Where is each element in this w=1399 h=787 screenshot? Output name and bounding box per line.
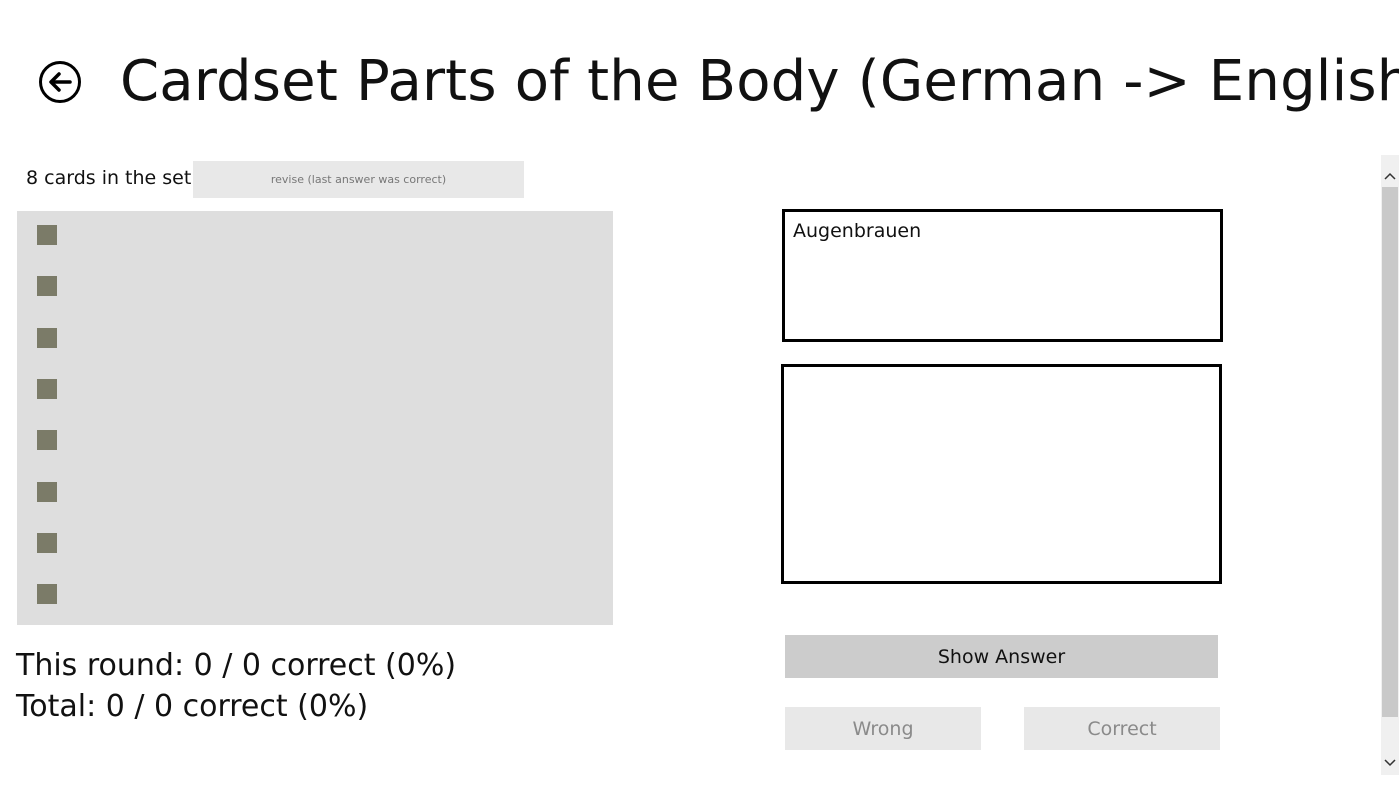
- card-list-item[interactable]: [37, 327, 57, 348]
- chevron-down-icon: [1384, 759, 1396, 767]
- scroll-thumb[interactable]: [1382, 187, 1398, 717]
- card-list: [17, 211, 613, 625]
- card-list-item[interactable]: [37, 225, 57, 245]
- vertical-scrollbar[interactable]: [1381, 155, 1399, 775]
- page-title: Cardset Parts of the Body (German -> Eng…: [120, 49, 1399, 114]
- revise-button[interactable]: revise (last answer was correct): [193, 161, 524, 198]
- question-card: Augenbrauen: [782, 209, 1223, 342]
- wrong-button[interactable]: Wrong: [785, 707, 981, 750]
- chevron-up-icon: [1384, 172, 1396, 180]
- total-stats: Total: 0 / 0 correct (0%): [16, 689, 369, 724]
- answer-card[interactable]: [781, 364, 1222, 584]
- question-text: Augenbrauen: [793, 220, 922, 242]
- card-list-item[interactable]: [37, 378, 57, 399]
- card-list-item[interactable]: [37, 276, 57, 297]
- round-stats: This round: 0 / 0 correct (0%): [16, 648, 457, 683]
- card-list-item[interactable]: [37, 481, 57, 502]
- back-arrow-circle-icon: [39, 61, 81, 103]
- correct-button[interactable]: Correct: [1024, 707, 1220, 750]
- stats-panel: This round: 0 / 0 correct (0%) Total: 0 …: [16, 645, 456, 727]
- flashcard-page: Cardset Parts of the Body (German -> Eng…: [0, 0, 1399, 787]
- card-list-item[interactable]: [37, 584, 57, 605]
- show-answer-button[interactable]: Show Answer: [785, 635, 1218, 678]
- scroll-up-button[interactable]: [1381, 167, 1399, 185]
- back-button[interactable]: [39, 61, 81, 103]
- card-count-label: 8 cards in the set: [26, 167, 192, 189]
- scroll-down-button[interactable]: [1381, 754, 1399, 772]
- card-list-item[interactable]: [37, 532, 57, 553]
- card-list-item[interactable]: [37, 430, 57, 451]
